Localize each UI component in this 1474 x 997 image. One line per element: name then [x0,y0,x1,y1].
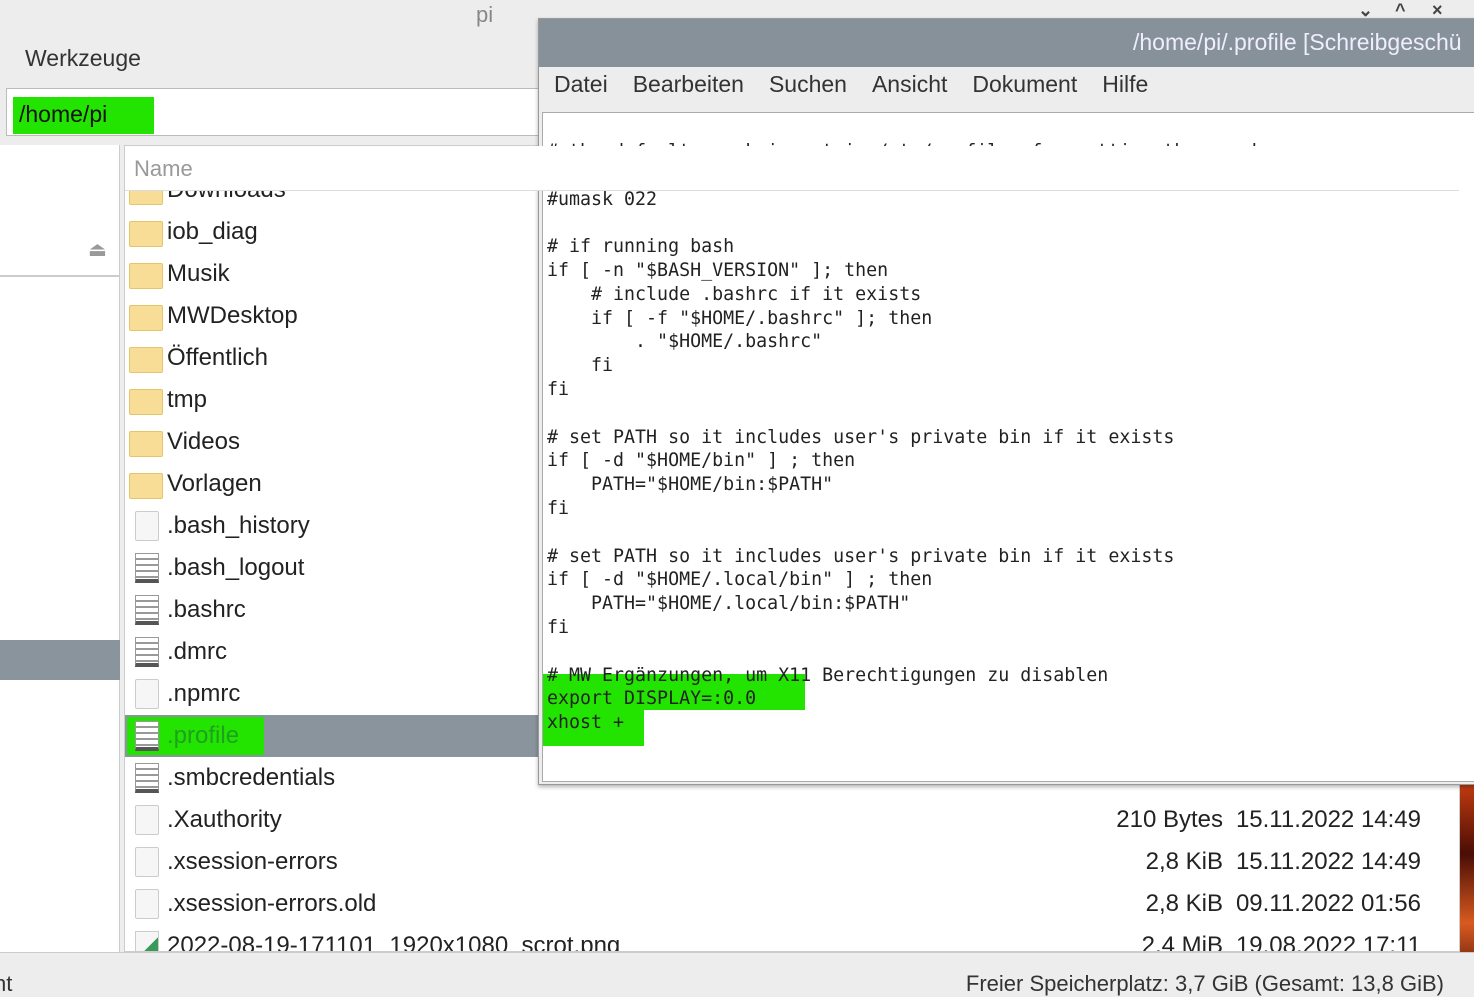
text-file-icon [129,637,163,667]
file-name: .xsession-errors [167,848,338,875]
image-file-icon [129,931,163,951]
menu-dokument[interactable]: Dokument [972,71,1077,109]
folder-icon [129,343,163,373]
text-file-icon [129,595,163,625]
folder-icon [129,385,163,415]
file-icon [129,889,163,919]
folder-icon [129,301,163,331]
file-date: 09.11.2022 01:56 [1235,890,1421,917]
path-value: /home/pi [13,97,154,134]
file-name: .dmrc [167,638,227,665]
file-icon [129,511,163,541]
file-name: .bash_history [167,512,310,539]
file-name: .xsession-errors.old [167,890,377,917]
menu-datei[interactable]: Datei [554,71,608,109]
file-name: .bash_logout [167,554,305,581]
file-icon [129,847,163,877]
file-date: 15.11.2022 14:49 [1235,806,1421,833]
file-row[interactable]: .xsession-errors 2,8 KiB 15.11.2022 14:4… [125,841,1459,883]
menu-bearbeiten[interactable]: Bearbeiten [633,71,744,109]
editor-title: /home/pi/.profile [Schreibgeschü [539,19,1474,67]
file-name: 2022-08-19-171101_1920x1080_scrot.png [167,932,621,952]
file-row[interactable]: .xsession-errors.old 2,8 KiB 09.11.2022 … [125,883,1459,925]
folder-icon [129,427,163,457]
file-name: tmp [167,386,208,413]
file-name: MWDesktop [167,302,298,329]
folder-icon [129,469,163,499]
menu-hilfe[interactable]: Hilfe [1102,71,1148,109]
file-manager-title: pi [476,2,494,27]
file-name: Videos [167,428,240,455]
file-size: 2,8 KiB [1145,890,1223,917]
eject-icon[interactable]: ⏏ [88,237,107,262]
file-size: 210 Bytes [1116,806,1223,833]
menu-werkzeuge[interactable]: Werkzeuge [25,45,141,72]
text-editor-window: /home/pi/.profile [Schreibgeschü Datei B… [538,18,1474,785]
file-date: 15.11.2022 14:49 [1235,848,1421,875]
file-size: 2,8 KiB [1145,848,1223,875]
file-name: iob_diag [167,218,258,245]
file-icon [129,805,163,835]
file-name: Musik [167,260,230,287]
status-left: nt [0,971,13,996]
file-name: .bashrc [167,596,246,623]
path-input[interactable]: /home/pi [6,88,546,136]
file-icon [129,679,163,709]
free-space-status: Freier Speicherplatz: 3,7 GiB (Gesamt: 1… [965,971,1444,996]
text-file-icon [129,721,163,751]
file-name: Öffentlich [167,344,268,371]
menu-suchen[interactable]: Suchen [769,71,847,109]
file-name: .Xauthority [167,806,282,833]
sidebar-item-selected[interactable] [0,640,120,680]
editor-text-area[interactable]: # the default umask is set in /etc/profi… [542,112,1474,782]
menu-ansicht[interactable]: Ansicht [872,71,947,109]
file-row[interactable]: .Xauthority 210 Bytes 15.11.2022 14:49 [125,799,1459,841]
status-bar: nt Freier Speicherplatz: 3,7 GiB (Gesamt… [0,952,1474,996]
file-size: 2,4 MiB [1141,932,1223,952]
sidebar-divider [0,275,120,277]
folder-icon [129,259,163,289]
sidebar: ⏏ [0,145,120,952]
text-file-icon [129,553,163,583]
folder-icon [129,217,163,247]
file-row[interactable]: 2022-08-19-171101_1920x1080_scrot.png 2,… [125,925,1459,952]
file-name: Vorlagen [167,470,262,497]
file-name: .smbcredentials [167,764,336,791]
editor-menubar: Datei Bearbeiten Suchen Ansicht Dokument… [539,67,1474,109]
column-header-name[interactable]: Name [125,146,1459,191]
text-file-icon [129,763,163,793]
file-name: .npmrc [167,680,241,707]
file-content: # the default umask is set in /etc/profi… [547,141,1262,734]
file-date: 19.08.2022 17:11 [1235,932,1421,952]
